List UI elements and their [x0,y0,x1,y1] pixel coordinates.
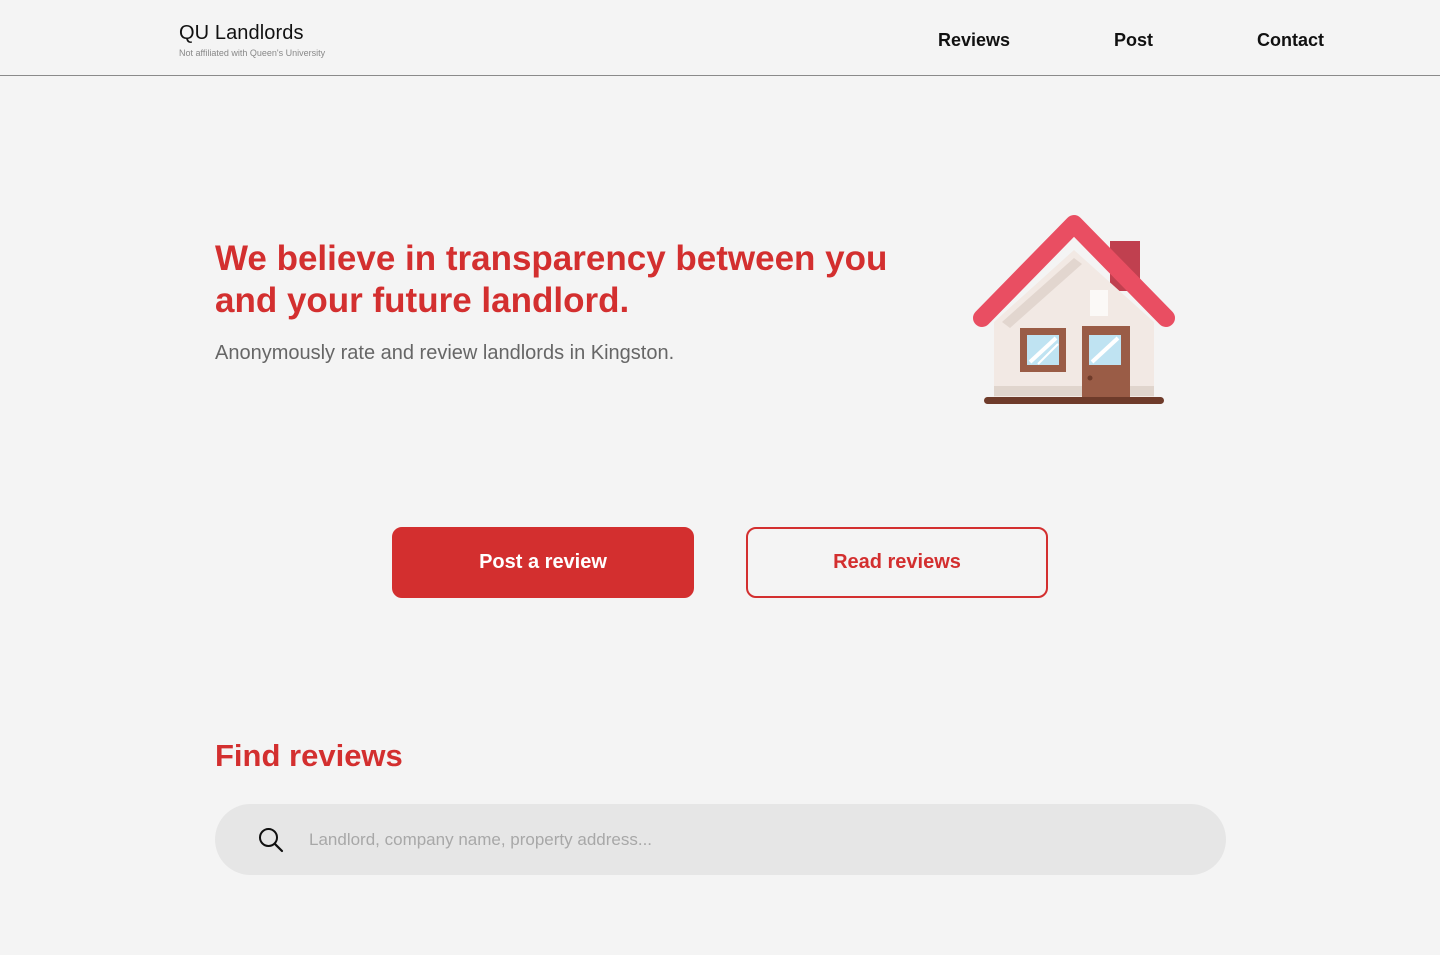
brand-subtitle: Not affiliated with Queen's University [179,48,326,58]
house-icon [972,214,1178,410]
search-bar[interactable] [215,804,1226,875]
top-navbar: QU Landlords Not affiliated with Queen's… [0,0,1440,76]
find-reviews-heading: Find reviews [215,738,403,773]
read-reviews-button[interactable]: Read reviews [746,527,1048,598]
brand-title[interactable]: QU Landlords [179,22,325,45]
post-review-button[interactable]: Post a review [392,527,694,598]
brand[interactable]: QU Landlords Not affiliated with Queen's… [179,22,325,58]
nav-link-contact[interactable]: Contact [1257,30,1324,51]
search-icon[interactable] [257,826,285,854]
hero-subtitle: Anonymously rate and review landlords in… [215,342,675,364]
hero-title: We believe in transparency between you a… [215,239,888,320]
nav-link-reviews[interactable]: Reviews [938,30,1010,51]
search-input[interactable] [309,822,1189,858]
nav-link-post[interactable]: Post [1114,30,1153,51]
